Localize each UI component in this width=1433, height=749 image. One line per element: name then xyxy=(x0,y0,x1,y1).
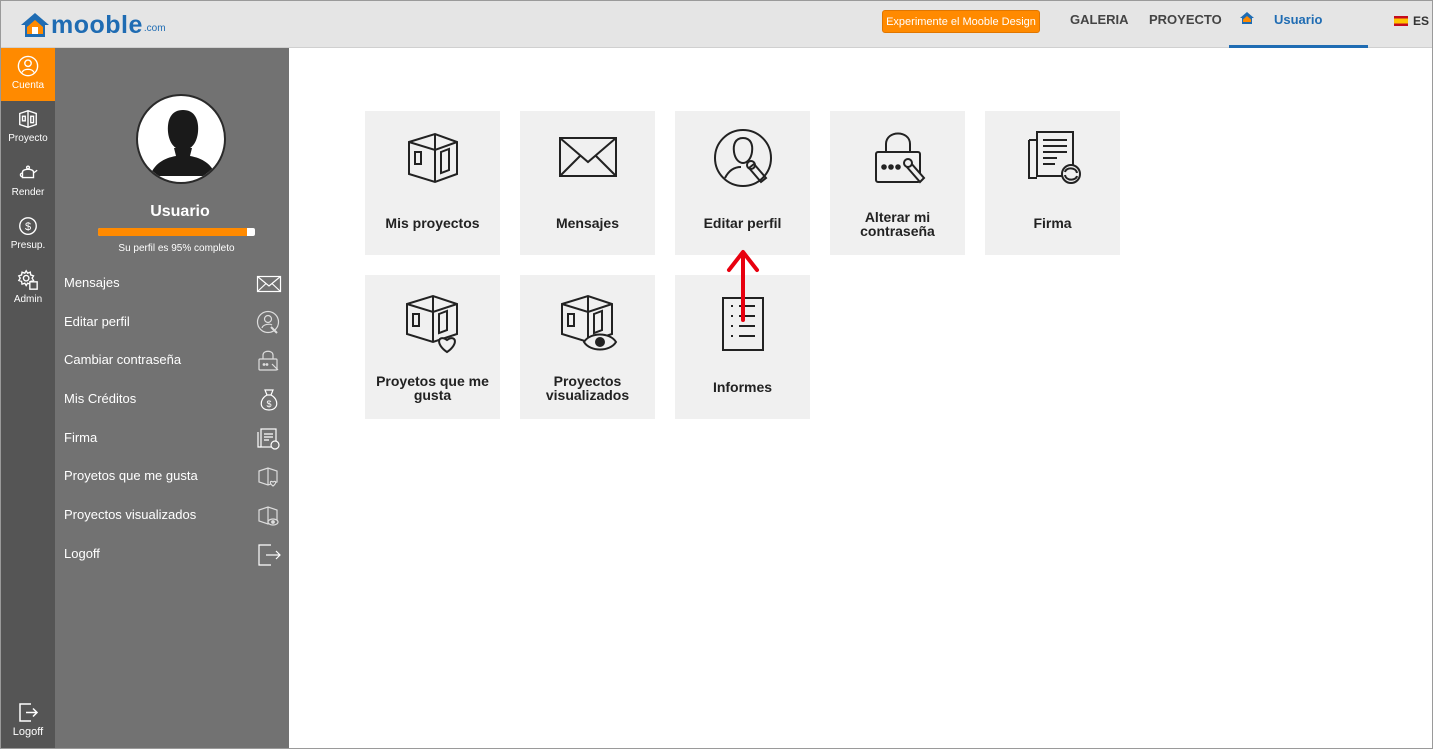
tile-mensajes[interactable]: Mensajes xyxy=(520,111,655,255)
menu-item-label: Mis Créditos xyxy=(64,391,137,406)
room-eye-icon xyxy=(520,290,655,352)
envelope-icon xyxy=(256,271,282,297)
icon-rail: Cuenta Proyecto Render $ Presup. Admin L… xyxy=(1,48,55,748)
svg-text:$: $ xyxy=(266,399,271,409)
menu-item-mis-creditos[interactable]: Mis Créditos $ xyxy=(55,381,289,419)
annotation-arrow-icon xyxy=(727,250,759,322)
tile-label-line-1: Alterar mi xyxy=(864,209,931,225)
tile-firma[interactable]: Firma xyxy=(985,111,1120,255)
tile-label: Editar perfil xyxy=(703,215,782,231)
room-icon xyxy=(19,110,37,128)
rail-label: Cuenta xyxy=(11,80,45,91)
document-refresh-icon xyxy=(256,426,282,452)
rail-item-render[interactable]: Render xyxy=(1,155,55,208)
menu-item-proyectos-gusta[interactable]: Proyetos que me gusta xyxy=(55,458,289,496)
profile-progress-fill xyxy=(98,228,248,236)
menu-item-logoff[interactable]: Logoff xyxy=(55,536,289,574)
menu-item-editar-perfil[interactable]: Editar perfil xyxy=(55,304,289,342)
language-selector[interactable]: ES xyxy=(1394,14,1429,28)
rail-logoff-label: Logoff xyxy=(12,726,44,738)
house-logo-icon xyxy=(21,13,49,37)
dollar-icon: $ xyxy=(19,217,37,235)
app-window: mooble .com Experimente el Mooble Design… xyxy=(0,0,1433,749)
logo[interactable]: mooble .com xyxy=(19,7,166,39)
tile-alterar-contrasena[interactable]: Alterar mi contraseña xyxy=(830,111,965,255)
money-bag-icon: $ xyxy=(256,387,282,413)
logout-icon xyxy=(256,542,282,568)
svg-text:$: $ xyxy=(25,221,31,233)
tile-label: Mensajes xyxy=(555,215,620,231)
menu-item-cambiar-contrasena[interactable]: Cambiar contraseña xyxy=(55,342,289,380)
nav-usuario-label: Usuario xyxy=(1274,12,1323,27)
user-edit-icon xyxy=(675,126,810,188)
profile-progress-bar xyxy=(98,228,255,236)
tile-label-line-2: gusta xyxy=(413,387,452,403)
menu-item-label: Proyetos que me gusta xyxy=(64,468,198,483)
menu-item-label: Firma xyxy=(64,430,98,445)
user-edit-icon xyxy=(256,310,282,336)
tile-label: Informes xyxy=(712,379,773,395)
user-silhouette-icon xyxy=(150,110,216,176)
account-panel: Usuario Su perfil es 95% completo Mensaj… xyxy=(55,48,289,748)
tile-label-line-2: contraseña xyxy=(860,223,935,239)
logout-icon xyxy=(19,703,39,722)
lock-icon xyxy=(256,348,282,374)
room-icon xyxy=(365,126,500,188)
menu-item-label: Editar perfil xyxy=(64,314,130,329)
nav-galeria[interactable]: GALERIA xyxy=(1070,12,1129,27)
tile-proyectos-gusta[interactable]: Proyetos que me gusta xyxy=(365,275,500,419)
tile-label-line-1: Proyectos xyxy=(553,373,622,389)
tile-label-line-2: visualizados xyxy=(545,387,630,403)
document-refresh-icon xyxy=(985,126,1120,188)
menu-item-firma[interactable]: Firma xyxy=(55,420,289,458)
nav-proyecto[interactable]: PROYECTO xyxy=(1149,12,1222,27)
username: Usuario xyxy=(150,203,210,220)
language-code: ES xyxy=(1413,14,1430,28)
avatar[interactable] xyxy=(136,94,226,184)
menu-item-label: Logoff xyxy=(64,546,100,561)
tile-label: Firma xyxy=(1033,215,1072,231)
nav-usuario[interactable]: Usuario xyxy=(1229,1,1368,48)
tile-label-line-1: Proyetos que me xyxy=(376,373,489,389)
rail-label: Presup. xyxy=(10,240,46,251)
gear-icon xyxy=(17,269,38,290)
rail-label: Render xyxy=(11,187,45,198)
tile-editar-perfil[interactable]: Editar perfil xyxy=(675,111,810,255)
tile-label: Mis proyectos xyxy=(385,215,480,231)
user-circle-icon xyxy=(17,55,39,77)
tile-mis-proyectos[interactable]: Mis proyectos xyxy=(365,111,500,255)
rail-item-cuenta[interactable]: Cuenta xyxy=(1,48,55,101)
top-bar: mooble .com Experimente el Mooble Design… xyxy=(1,1,1432,48)
lock-icon xyxy=(830,126,965,188)
teapot-icon xyxy=(19,165,38,179)
menu-item-mensajes[interactable]: Mensajes xyxy=(55,265,289,303)
menu-item-label: Proyectos visualizados xyxy=(64,507,197,522)
logo-suffix: .com xyxy=(143,23,166,34)
room-heart-icon xyxy=(256,464,282,490)
home-icon xyxy=(1240,12,1254,24)
profile-progress-text: Su perfil es 95% completo xyxy=(118,243,235,254)
menu-item-label: Mensajes xyxy=(64,275,120,290)
rail-logoff[interactable]: Logoff xyxy=(1,700,55,748)
envelope-icon xyxy=(520,126,655,188)
spain-flag-icon xyxy=(1394,16,1408,26)
rail-label: Proyecto xyxy=(8,133,48,144)
rail-label: Admin xyxy=(13,294,43,305)
menu-item-proyectos-visualizados[interactable]: Proyectos visualizados xyxy=(55,497,289,535)
rail-item-admin[interactable]: Admin xyxy=(1,262,55,315)
rail-item-presup[interactable]: $ Presup. xyxy=(1,208,55,261)
tile-proyectos-visualizados[interactable]: Proyectos visualizados xyxy=(520,275,655,419)
mooble-design-button[interactable]: Experimente el Mooble Design xyxy=(882,10,1040,33)
logo-text: mooble xyxy=(51,11,143,39)
menu-item-label: Cambiar contraseña xyxy=(64,352,182,367)
room-heart-icon xyxy=(365,290,500,354)
rail-item-proyecto[interactable]: Proyecto xyxy=(1,101,55,154)
room-eye-icon xyxy=(256,503,282,529)
